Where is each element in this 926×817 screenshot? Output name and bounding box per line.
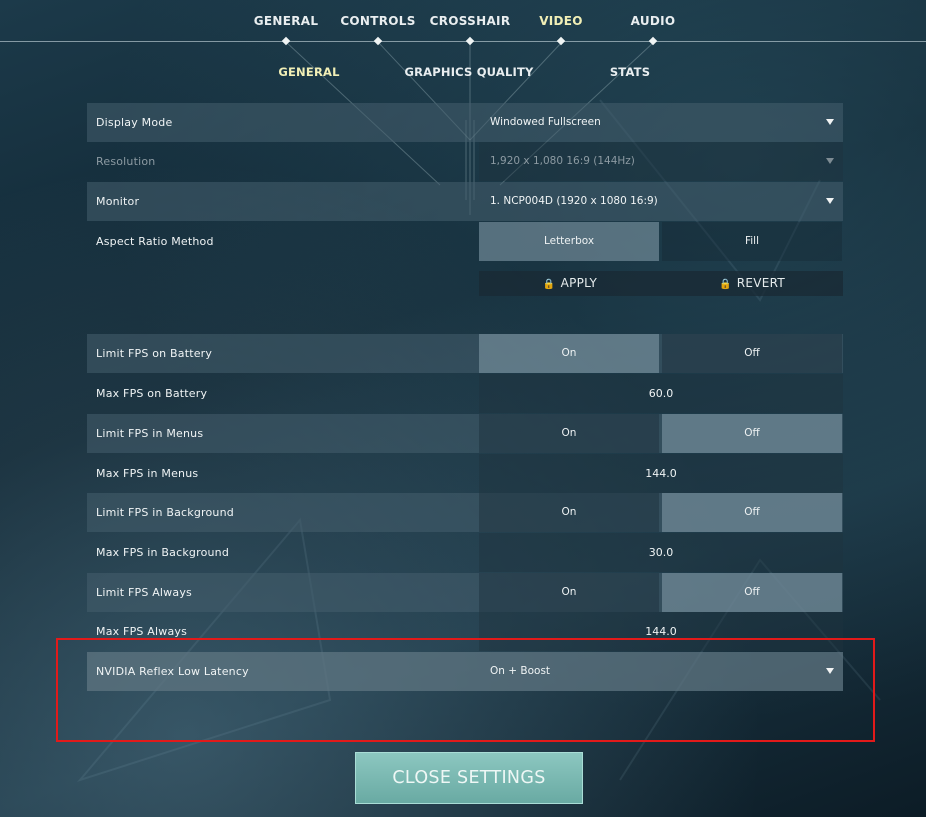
limit-fps-battery-on[interactable]: On (479, 334, 659, 373)
display-mode-value: Windowed Fullscreen (490, 116, 601, 128)
max-fps-background-value: 30.0 (648, 546, 674, 559)
monitor-dropdown[interactable]: 1. NCP004D (1920 x 1080 16:9) (479, 182, 843, 221)
nav-divider (0, 41, 926, 42)
diamond-icon (648, 36, 658, 46)
resolution-label: Resolution (96, 155, 156, 168)
tab-crosshair[interactable]: CROSSHAIR (430, 14, 511, 28)
revert-label: REVERT (736, 276, 786, 290)
limit-fps-always-toggle: On Off (479, 573, 843, 612)
limit-fps-always-label: Limit FPS Always (96, 586, 192, 599)
limit-fps-background-toggle: On Off (479, 493, 843, 532)
max-fps-background-row: Max FPS in Background 30.0 (87, 533, 843, 572)
lock-icon: 🔒 (542, 279, 556, 290)
diamond-icon (373, 36, 383, 46)
apply-revert-bar: 🔒 APPLY 🔒 REVERT (479, 271, 843, 296)
limit-fps-battery-label: Limit FPS on Battery (96, 347, 213, 360)
limit-fps-background-label: Limit FPS in Background (96, 506, 234, 519)
max-fps-menus-slider[interactable]: 144.0 (479, 454, 843, 493)
resolution-value: 1,920 x 1,080 16:9 (144Hz) (490, 155, 635, 167)
subtab-stats[interactable]: STATS (610, 65, 650, 79)
apply-button[interactable]: 🔒 APPLY (479, 271, 661, 296)
close-settings-button[interactable]: CLOSE SETTINGS (355, 752, 583, 804)
caret-down-icon (826, 119, 834, 125)
apply-label: APPLY (560, 276, 598, 290)
max-fps-battery-label: Max FPS on Battery (96, 387, 208, 400)
aspect-ratio-row: Aspect Ratio Method Letterbox Fill (87, 222, 843, 261)
limit-fps-menus-label: Limit FPS in Menus (96, 427, 204, 440)
caret-down-icon (826, 158, 834, 164)
monitor-label: Monitor (96, 195, 140, 208)
revert-button[interactable]: 🔒 REVERT (661, 271, 843, 296)
max-fps-battery-slider[interactable]: 60.0 (479, 374, 843, 413)
limit-fps-menus-off[interactable]: Off (662, 414, 842, 453)
aspect-letterbox-button[interactable]: Letterbox (479, 222, 659, 261)
max-fps-menus-label: Max FPS in Menus (96, 467, 199, 480)
aspect-ratio-label: Aspect Ratio Method (96, 235, 214, 248)
limit-fps-battery-toggle: On Off (479, 334, 843, 373)
limit-fps-battery-off[interactable]: Off (662, 334, 842, 373)
lock-icon: 🔒 (718, 279, 732, 290)
limit-fps-always-on[interactable]: On (479, 573, 659, 612)
limit-fps-battery-row: Limit FPS on Battery On Off (87, 334, 843, 373)
limit-fps-background-on[interactable]: On (479, 493, 659, 532)
max-fps-battery-value: 60.0 (648, 387, 674, 400)
limit-fps-always-row: Limit FPS Always On Off (87, 573, 843, 612)
aspect-fill-button[interactable]: Fill (662, 222, 842, 261)
resolution-row: Resolution 1,920 x 1,080 16:9 (144Hz) (87, 142, 843, 181)
top-navigation: GENERAL CONTROLS CROSSHAIR VIDEO AUDIO (0, 0, 926, 60)
caret-down-icon (826, 198, 834, 204)
subtab-general[interactable]: GENERAL (278, 65, 339, 79)
tab-general[interactable]: GENERAL (254, 14, 319, 28)
limit-fps-background-row: Limit FPS in Background On Off (87, 493, 843, 532)
tab-controls[interactable]: CONTROLS (340, 14, 415, 28)
diamond-icon (556, 36, 566, 46)
diamond-icon (281, 36, 291, 46)
highlight-box (56, 638, 875, 742)
limit-fps-menus-toggle: On Off (479, 414, 843, 453)
display-mode-dropdown[interactable]: Windowed Fullscreen (479, 103, 843, 142)
limit-fps-background-off[interactable]: Off (662, 493, 842, 532)
aspect-ratio-toggle: Letterbox Fill (479, 222, 843, 261)
monitor-row: Monitor 1. NCP004D (1920 x 1080 16:9) (87, 182, 843, 221)
display-mode-label: Display Mode (96, 116, 173, 129)
max-fps-background-label: Max FPS in Background (96, 546, 230, 559)
monitor-value: 1. NCP004D (1920 x 1080 16:9) (490, 195, 658, 207)
limit-fps-menus-row: Limit FPS in Menus On Off (87, 414, 843, 453)
max-fps-battery-row: Max FPS on Battery 60.0 (87, 374, 843, 413)
max-fps-background-slider[interactable]: 30.0 (479, 533, 843, 572)
tab-audio[interactable]: AUDIO (631, 14, 676, 28)
max-fps-menus-row: Max FPS in Menus 144.0 (87, 454, 843, 493)
tab-video[interactable]: VIDEO (539, 14, 583, 28)
max-fps-menus-value: 144.0 (645, 467, 677, 480)
display-mode-row: Display Mode Windowed Fullscreen (87, 103, 843, 142)
diamond-icon (465, 36, 475, 46)
limit-fps-always-off[interactable]: Off (662, 573, 842, 612)
limit-fps-menus-on[interactable]: On (479, 414, 659, 453)
subtab-graphics-quality[interactable]: GRAPHICS QUALITY (404, 65, 533, 79)
resolution-dropdown: 1,920 x 1,080 16:9 (144Hz) (479, 142, 843, 181)
